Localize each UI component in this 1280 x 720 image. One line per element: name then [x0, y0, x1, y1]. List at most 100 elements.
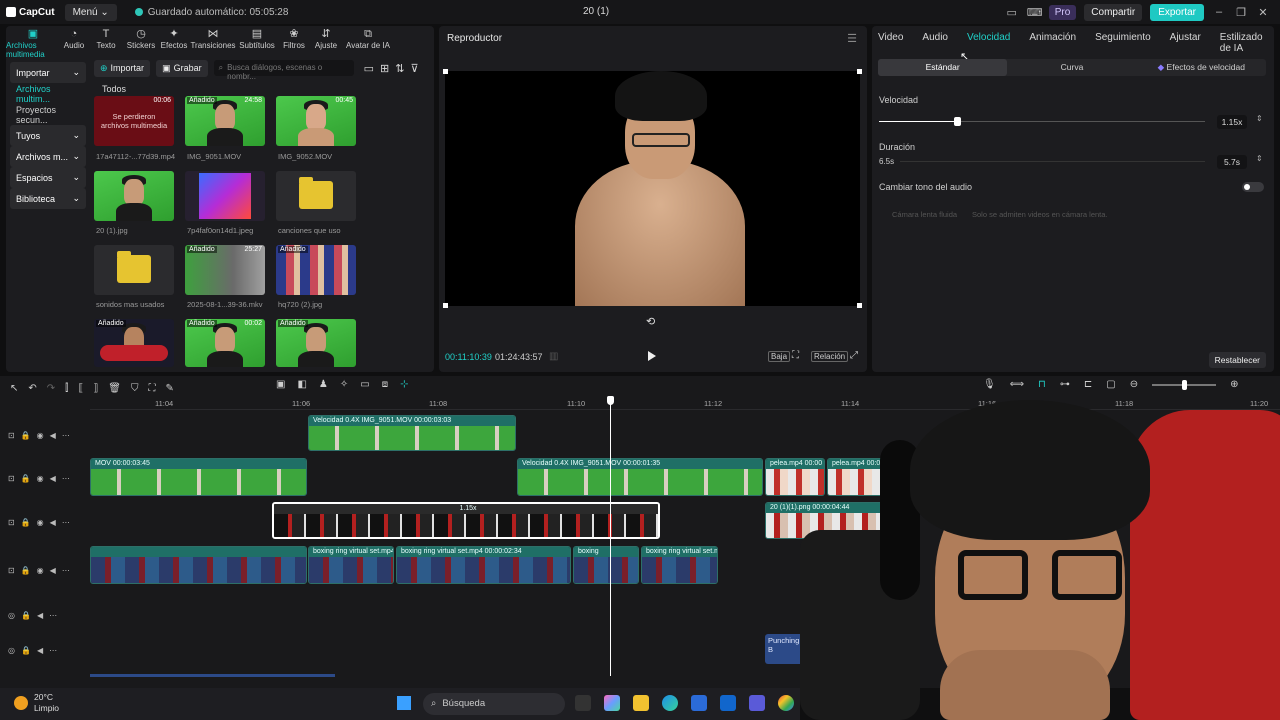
tool-stickers[interactable]: ◷ Stickers	[124, 28, 158, 54]
subtab-standard[interactable]: Estándar	[878, 59, 1008, 76]
file-explorer-icon[interactable]	[633, 695, 649, 711]
sort-icon[interactable]: ⇅	[395, 62, 404, 75]
speed-value[interactable]: 1.15x	[1217, 115, 1247, 129]
eye-icon[interactable]: ◉	[37, 431, 44, 440]
lock-icon[interactable]: 🔒	[21, 646, 31, 655]
tab-audio[interactable]: Audio	[922, 32, 957, 54]
grid-icon[interactable]: ⊞	[380, 62, 389, 75]
maximize-icon[interactable]: ❐	[1234, 6, 1248, 19]
pro-button[interactable]: Pro	[1048, 4, 1077, 20]
subtab-speed-effects[interactable]: ◆ Efectos de velocidad	[1137, 59, 1266, 76]
magic-icon[interactable]: ✧	[340, 379, 348, 390]
teams-icon[interactable]	[749, 695, 765, 711]
speed-slider[interactable]	[879, 117, 1205, 126]
zoom-out-icon[interactable]: ⊖	[1130, 379, 1138, 390]
timeline-clip[interactable]	[90, 546, 307, 584]
media-thumb-7[interactable]: Añadido	[276, 245, 356, 295]
video-preview[interactable]	[443, 69, 862, 308]
eye-icon[interactable]: ◉	[37, 474, 44, 483]
volume-icon[interactable]: ◀	[50, 474, 56, 483]
delete-icon[interactable]: 🗑	[108, 383, 121, 394]
media-folder-1[interactable]	[276, 171, 356, 221]
hamburger-icon[interactable]: ☰	[847, 32, 857, 45]
lock-icon[interactable]: 🔒	[21, 431, 31, 440]
volume-icon[interactable]: ◀	[37, 611, 43, 620]
volume-icon[interactable]: ◀	[50, 431, 56, 440]
timeline-icon[interactable]: ▥	[549, 351, 558, 362]
eye-icon[interactable]: ◉	[37, 518, 44, 527]
store-icon[interactable]	[691, 695, 707, 711]
more-icon[interactable]: ⋯	[62, 431, 70, 440]
sidebar-item-projects[interactable]: Proyectos secun...	[10, 104, 86, 125]
split-left-icon[interactable]: ⟦	[78, 383, 83, 394]
shield-icon[interactable]: ⛉	[131, 383, 139, 394]
tool-transitions[interactable]: ⋈ Transiciones	[190, 28, 236, 54]
more-icon[interactable]: ⋯	[49, 611, 57, 620]
freeze-icon[interactable]: ▣	[276, 379, 285, 390]
caption-icon[interactable]: ▢	[1106, 379, 1115, 390]
sidebar-item-yours[interactable]: Tuyos ⌄	[10, 125, 86, 146]
tab-video[interactable]: Video	[878, 32, 912, 54]
tool-media[interactable]: ▣ Archivos multimedia	[6, 28, 60, 59]
reset-button[interactable]: Restablecer	[1208, 352, 1266, 368]
audio-track-icon[interactable]: ◎	[8, 611, 15, 620]
track-icon[interactable]: ⊡	[8, 566, 15, 575]
volume-icon[interactable]: ◀	[50, 566, 56, 575]
draw-icon[interactable]: ✎	[165, 383, 173, 394]
task-view-icon[interactable]	[575, 695, 591, 711]
outlook-icon[interactable]	[720, 695, 736, 711]
stepper-icon[interactable]: ⇕	[1256, 114, 1263, 123]
timeline-clip[interactable]: boxing ring virtual set.mp4	[308, 546, 394, 584]
resize-handle[interactable]	[857, 303, 862, 308]
reverse-icon[interactable]: ◧	[297, 379, 306, 390]
media-thumb-5[interactable]	[185, 171, 265, 221]
close-icon[interactable]: ✕	[1256, 6, 1270, 19]
tab-speed[interactable]: Velocidad	[967, 32, 1019, 54]
zoom-in-icon[interactable]: ⊕	[1230, 379, 1238, 390]
redo-icon[interactable]: ↷	[47, 383, 55, 394]
timeline-clip[interactable]: boxing	[573, 546, 639, 584]
stepper-icon[interactable]: ⇕	[1256, 154, 1263, 163]
lock-icon[interactable]: 🔒	[21, 611, 31, 620]
lock-icon[interactable]: 🔒	[21, 474, 31, 483]
undo-icon[interactable]: ↶	[28, 383, 36, 394]
import-button[interactable]: ⊕ Importar	[94, 59, 151, 77]
sidebar-item-files[interactable]: Archivos m... ⌄	[10, 146, 86, 167]
layout-icon[interactable]: ▭	[1005, 6, 1019, 19]
track-icon[interactable]: ⊡	[8, 431, 15, 440]
frame-icon[interactable]: ⧈	[382, 379, 388, 390]
fullscreen-icon[interactable]: ⤢	[850, 350, 858, 361]
media-thumb-1[interactable]: 00:06 Se perdieron archivos multimedia	[94, 96, 174, 146]
chain-icon[interactable]: ⊶	[1060, 379, 1070, 390]
media-thumb-9[interactable]: Añadido 00:02	[185, 319, 265, 367]
pitch-toggle[interactable]	[1242, 182, 1264, 192]
media-thumb-2[interactable]: Añadido 24:58	[185, 96, 265, 146]
track-icon[interactable]: ⊡	[8, 518, 15, 527]
timeline-clip[interactable]: Velocidad 0.4X IMG_9051.MOV 00:00:01:35	[517, 458, 763, 496]
track-icon[interactable]: ⊡	[8, 474, 15, 483]
filter-icon[interactable]: ⊽	[410, 62, 418, 75]
share-button[interactable]: Compartir	[1084, 3, 1143, 21]
more-icon[interactable]: ⋯	[62, 518, 70, 527]
volume-icon[interactable]: ◀	[50, 518, 56, 527]
windows-start-icon[interactable]	[397, 696, 411, 710]
more-icon[interactable]: ⋯	[49, 646, 57, 655]
taskbar-search[interactable]: ⌕ Búsqueda	[423, 693, 565, 715]
magnet-icon[interactable]: ⊓	[1038, 379, 1046, 390]
timeline-clip[interactable]: boxing ring virtual set.m	[641, 546, 718, 584]
timeline-clip[interactable]: MOV 00:00:03:45	[90, 458, 307, 496]
media-thumb-6[interactable]: Añadido 25:27	[185, 245, 265, 295]
tool-filters[interactable]: ❀ Filtros	[278, 28, 310, 54]
resize-handle[interactable]	[443, 69, 448, 74]
sidebar-item-library[interactable]: Biblioteca ⌄	[10, 188, 86, 209]
lock-icon[interactable]: 🔒	[21, 518, 31, 527]
edge-icon[interactable]	[662, 695, 678, 711]
tool-audio[interactable]: ◔ Audio	[60, 28, 88, 54]
split-icon[interactable]: ⫿	[65, 383, 68, 394]
keyboard-icon[interactable]: ⌨	[1027, 6, 1043, 19]
sidebar-item-import[interactable]: Importar ⌄	[10, 62, 86, 83]
timeline-clip[interactable]: boxing ring virtual set.mp4 00:00:02:34	[396, 546, 571, 584]
tab-adjust[interactable]: Ajustar	[1170, 32, 1210, 54]
media-thumb-10[interactable]: Añadido	[276, 319, 356, 367]
tracking-icon[interactable]: ⊹	[400, 379, 408, 390]
